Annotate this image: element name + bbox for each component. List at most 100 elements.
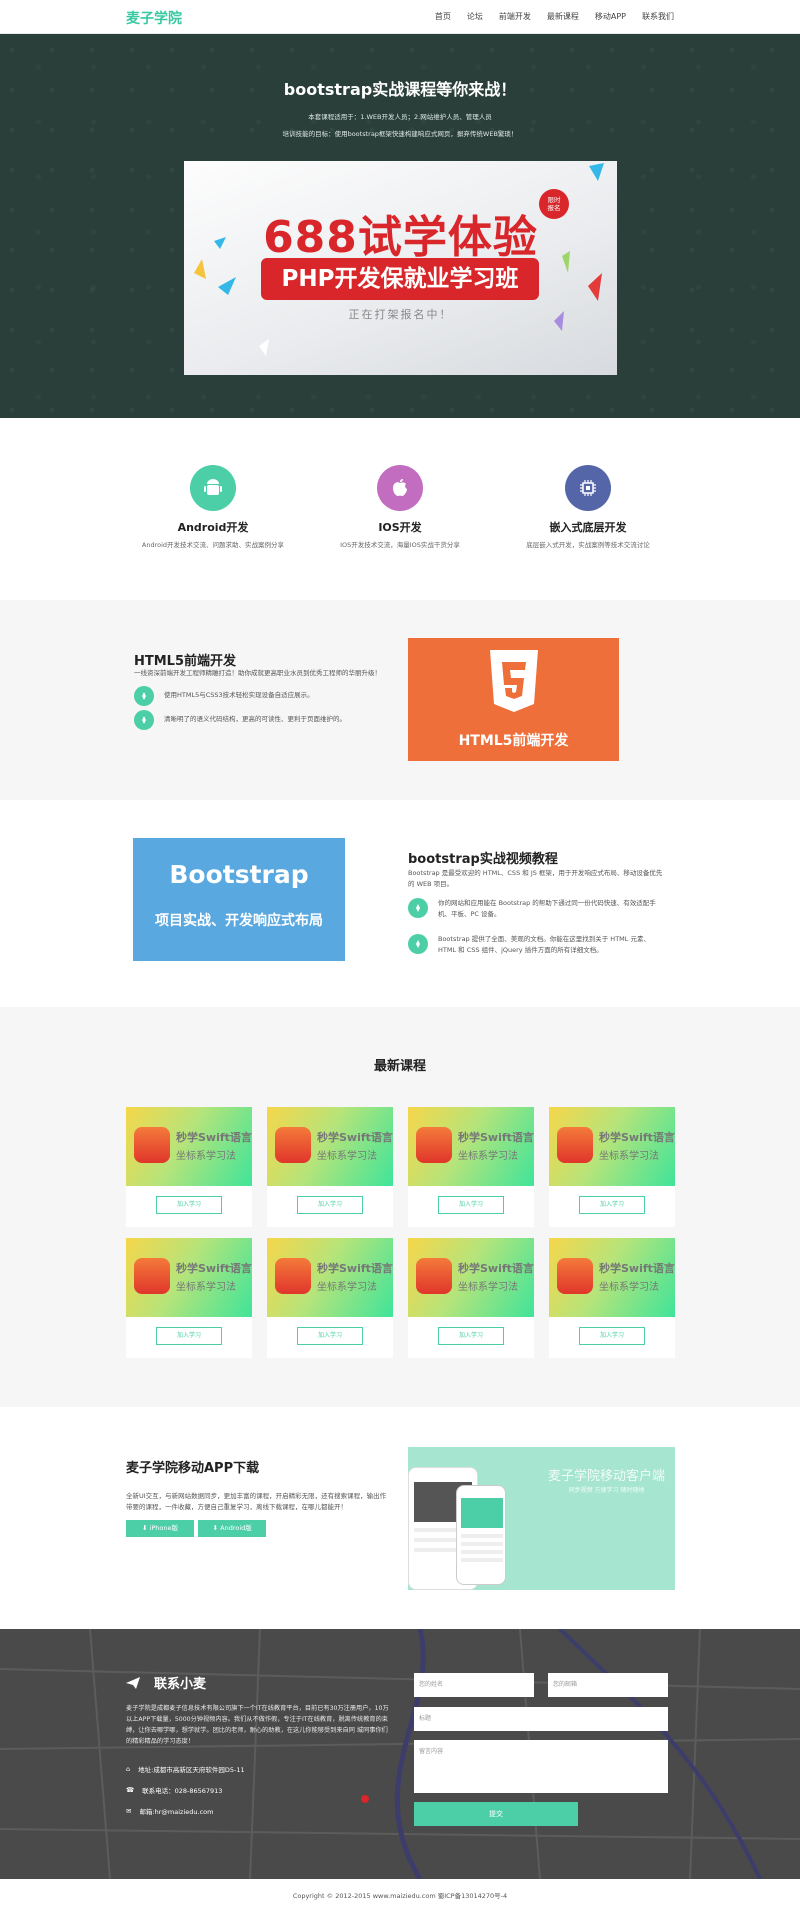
course-card[interactable]: 秒学Swift语言 坐标系学习法加入学习 xyxy=(549,1107,675,1227)
course-thumb-subtitle: 坐标系学习法 xyxy=(458,1282,518,1293)
course-card[interactable]: 秒学Swift语言 坐标系学习法加入学习 xyxy=(408,1107,534,1227)
course-thumb-title: 秒学Swift语言 xyxy=(176,1131,252,1144)
nav-menu: 首页 论坛 前端开发 最新课程 移动APP 联系我们 xyxy=(419,11,674,22)
join-course-button[interactable]: 加入学习 xyxy=(156,1196,222,1214)
nav-item-app[interactable]: 移动APP xyxy=(595,11,626,22)
hero-audience: 本套课程适用于：1.WEB开发人员；2.网站维护人员、管理人员 xyxy=(308,113,492,121)
app-section: 麦子学院移动APP下载 全新UI交互，与新网站数据同步，更加丰富的课程，开启精彩… xyxy=(0,1407,800,1629)
course-card[interactable]: 秒学Swift语言 坐标系学习法加入学习 xyxy=(267,1238,393,1358)
nav-item-contact[interactable]: 联系我们 xyxy=(642,11,674,22)
contact-address-text: 地址:成都市高新区天府软件园D5-11 xyxy=(138,1766,245,1774)
join-course-button[interactable]: 加入学习 xyxy=(438,1327,504,1345)
course-thumb-title: 秒学Swift语言 xyxy=(458,1262,534,1275)
hero-title: bootstrap实战课程等你来战！ xyxy=(283,80,517,99)
join-course-button[interactable]: 加入学习 xyxy=(579,1327,645,1345)
bootstrap-title: bootstrap实战视频教程 xyxy=(408,852,558,867)
nav-item-courses[interactable]: 最新课程 xyxy=(547,11,579,22)
envelope-icon: ✉ xyxy=(126,1807,132,1815)
course-thumbnail[interactable]: 秒学Swift语言 坐标系学习法 xyxy=(549,1238,675,1317)
contact-phone: ☎ 联系电话：028-86567913 xyxy=(126,1785,222,1795)
app-promo-title: 麦子学院移动客户端 xyxy=(547,1469,665,1484)
course-thumbnail[interactable]: 秒学Swift语言 坐标系学习法 xyxy=(267,1107,393,1186)
join-course-button[interactable]: 加入学习 xyxy=(297,1327,363,1345)
feature-embedded[interactable]: 嵌入式底层开发 底层嵌入式开发，实战案例等技术交流讨论 xyxy=(488,465,688,549)
swift-icon xyxy=(275,1127,311,1163)
brand-logo[interactable]: 麦子学院 xyxy=(126,8,182,28)
course-thumbnail[interactable]: 秒学Swift语言 坐标系学习法 xyxy=(408,1238,534,1317)
join-course-button[interactable]: 加入学习 xyxy=(156,1327,222,1345)
course-card[interactable]: 秒学Swift语言 坐标系学习法加入学习 xyxy=(408,1238,534,1358)
course-thumbnail[interactable]: 秒学Swift语言 坐标系学习法 xyxy=(267,1238,393,1317)
nav-item-frontend[interactable]: 前端开发 xyxy=(499,11,531,22)
apple-icon xyxy=(377,465,423,511)
iphone-download-button[interactable]: ⬇ iPhone版 xyxy=(126,1520,194,1537)
course-thumbnail[interactable]: 秒学Swift语言 坐标系学习法 xyxy=(126,1107,252,1186)
nav-item-forum[interactable]: 论坛 xyxy=(467,11,483,22)
html5-image: HTML5前端开发 xyxy=(408,638,619,761)
course-thumb-subtitle: 坐标系学习法 xyxy=(599,1282,659,1293)
course-thumbnail[interactable]: 秒学Swift语言 坐标系学习法 xyxy=(408,1107,534,1186)
join-course-button[interactable]: 加入学习 xyxy=(297,1196,363,1214)
html5-image-caption: HTML5前端开发 xyxy=(458,733,569,749)
course-thumb-title: 秒学Swift语言 xyxy=(317,1262,393,1275)
join-course-button[interactable]: 加入学习 xyxy=(579,1196,645,1214)
paper-plane-icon xyxy=(126,1676,140,1689)
feature-ios[interactable]: IOS开发 IOS开发技术交流，海量IOS实战干货分享 xyxy=(300,465,500,549)
contact-email-text: 邮箱:hr@maiziedu.com xyxy=(139,1808,214,1816)
bootstrap-image-subtitle: 项目实战、开发响应式布局 xyxy=(155,913,323,929)
feature-android-title: Android开发 xyxy=(177,521,249,534)
course-thumb-title: 秒学Swift语言 xyxy=(458,1131,534,1144)
bullet-icon xyxy=(408,934,428,954)
swift-icon xyxy=(416,1258,452,1294)
course-thumbnail[interactable]: 秒学Swift语言 坐标系学习法 xyxy=(549,1107,675,1186)
nav-item-home[interactable]: 首页 xyxy=(435,11,451,22)
feature-ios-title: IOS开发 xyxy=(378,521,422,534)
bootstrap-desc: Bootstrap 是最受欢迎的 HTML、CSS 和 JS 框架，用于开发响应… xyxy=(408,869,663,888)
course-card[interactable]: 秒学Swift语言 坐标系学习法加入学习 xyxy=(126,1238,252,1358)
bootstrap-image-title: Bootstrap xyxy=(169,860,309,889)
name-input[interactable]: 您的姓名 xyxy=(414,1673,534,1697)
app-title: 麦子学院移动APP下载 xyxy=(126,1461,260,1476)
contact-phone-text: 联系电话：028-86567913 xyxy=(142,1787,223,1795)
html5-bullet-2: 清晰明了的语义代码结构，更高的可读性、更利于页面维护的。 xyxy=(134,710,394,730)
bootstrap-section: Bootstrap 项目实战、开发响应式布局 bootstrap实战视频教程 B… xyxy=(0,800,800,1007)
android-download-label: Android版 xyxy=(220,1524,252,1532)
course-thumb-subtitle: 坐标系学习法 xyxy=(176,1282,236,1293)
app-promo-subtitle: 同步视频 方便学习 随时随地 xyxy=(568,1487,645,1494)
course-thumb-title: 秒学Swift语言 xyxy=(599,1131,675,1144)
android-icon xyxy=(190,465,236,511)
swift-icon xyxy=(557,1127,593,1163)
subject-input[interactable]: 标题 xyxy=(414,1707,668,1731)
html5-title: HTML5前端开发 xyxy=(134,654,237,669)
message-textarea[interactable]: 留言内容 xyxy=(414,1740,668,1793)
contact-heading: 联系小麦 xyxy=(126,1673,206,1692)
html5-desc: 一线资深前端开发工程师精雕打造！助你成就更高职业水员到优秀工程师的华丽升级！ xyxy=(134,669,381,677)
course-card[interactable]: 秒学Swift语言 坐标系学习法加入学习 xyxy=(549,1238,675,1358)
feature-android-desc: Android开发技术交流、问题求助、实战案例分享 xyxy=(141,541,285,549)
feature-android[interactable]: Android开发 Android开发技术交流、问题求助、实战案例分享 xyxy=(113,465,313,549)
email-input[interactable]: 您的邮箱 xyxy=(548,1673,668,1697)
course-thumbnail[interactable]: 秒学Swift语言 坐标系学习法 xyxy=(126,1238,252,1317)
html5-bullet-1: 使用HTML5与CSS3技术轻松实现设备自适应展示。 xyxy=(134,686,394,706)
course-card[interactable]: 秒学Swift语言 坐标系学习法加入学习 xyxy=(267,1107,393,1227)
course-thumb-subtitle: 坐标系学习法 xyxy=(317,1151,377,1162)
android-download-button[interactable]: ⬇ Android版 xyxy=(198,1520,267,1537)
banner-shards-icon xyxy=(194,163,604,356)
join-course-button[interactable]: 加入学习 xyxy=(438,1196,504,1214)
features-section: Android开发 Android开发技术交流、问题求助、实战案例分享 IOS开… xyxy=(0,418,800,600)
course-thumb-subtitle: 坐标系学习法 xyxy=(458,1151,518,1162)
bullet-icon xyxy=(134,686,154,706)
feature-embedded-desc: 底层嵌入式开发，实战案例等技术交流讨论 xyxy=(526,541,650,549)
contact-title: 联系小麦 xyxy=(154,1677,207,1692)
bullet-icon xyxy=(408,898,428,918)
bootstrap-image: Bootstrap 项目实战、开发响应式布局 xyxy=(133,838,345,961)
bootstrap-bullet-2: Bootstrap 提供了全面、美观的文档。你能在这里找到关于 HTML 元素、… xyxy=(408,934,668,956)
footer: Copyright © 2012-2015 www.maiziedu.com 蜀… xyxy=(0,1879,800,1913)
html5-bullet-1-text: 使用HTML5与CSS3技术轻松实现设备自适应展示。 xyxy=(164,691,314,699)
feature-embedded-title: 嵌入式底层开发 xyxy=(549,521,627,534)
hero-banner[interactable]: 688试学体验 限时 报名 PHP开发保就业学习班 正在打架报名中！ xyxy=(184,161,617,375)
submit-button[interactable]: 提交 xyxy=(414,1802,578,1826)
course-card[interactable]: 秒学Swift语言 坐标系学习法加入学习 xyxy=(126,1107,252,1227)
contact-address: ⌂ 地址:成都市高新区天府软件园D5-11 xyxy=(126,1764,245,1774)
swift-icon xyxy=(134,1258,170,1294)
